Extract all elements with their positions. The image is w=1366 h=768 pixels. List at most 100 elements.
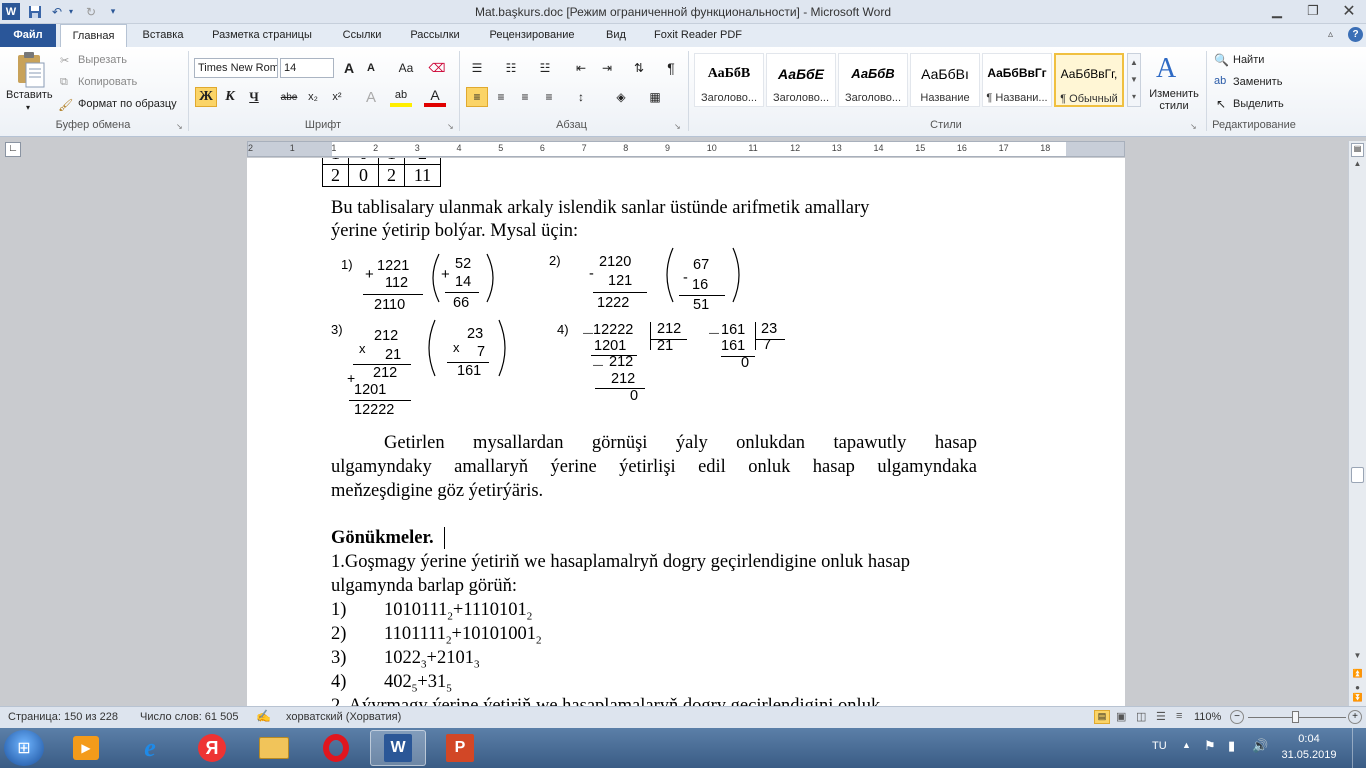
action-center-icon[interactable]: ⚑ <box>1204 738 1216 754</box>
tray-expand-icon[interactable]: ▲ <box>1182 740 1191 750</box>
find-button[interactable]: Найти <box>1233 54 1264 66</box>
close-button[interactable]: ✕ <box>1334 2 1364 20</box>
underline-button[interactable]: Ч <box>243 87 265 107</box>
cut-button[interactable]: Вырезать <box>78 54 127 66</box>
font-size-combo[interactable]: 14 <box>280 58 334 78</box>
grow-font-icon[interactable]: A <box>338 58 360 78</box>
minimize-ribbon-icon[interactable]: ▵ <box>1328 29 1333 40</box>
tab-mailings[interactable]: Рассылки <box>398 24 472 47</box>
subscript-button[interactable]: x₂ <box>302 87 324 107</box>
style-heading2[interactable]: АаБбЕ Заголово... <box>766 53 836 107</box>
dialog-launcher-icon[interactable]: ↘ <box>176 122 183 131</box>
ruler-toggle-icon[interactable]: ▤ <box>1351 143 1364 157</box>
scroll-up-icon[interactable]: ▲ <box>1351 159 1364 173</box>
file-explorer-icon[interactable] <box>246 730 302 766</box>
change-styles-button[interactable]: Изменить стили <box>1146 88 1202 112</box>
font-name-combo[interactable]: Times New Roman <box>194 58 278 78</box>
word-count[interactable]: Число слов: 61 505 <box>140 711 238 723</box>
tab-page-layout[interactable]: Разметка страницы <box>200 24 324 47</box>
replace-button[interactable]: Заменить <box>1233 76 1282 88</box>
format-painter-button[interactable]: Формат по образцу <box>78 98 177 110</box>
paste-dropdown-icon[interactable]: ▾ <box>26 103 30 112</box>
increase-indent-icon[interactable]: ⇥ <box>596 58 618 78</box>
internet-explorer-icon[interactable]: e <box>122 730 178 766</box>
paste-button[interactable]: Вставить <box>6 89 53 101</box>
draft-icon[interactable]: ≡ <box>1176 710 1182 722</box>
restore-button[interactable]: ❐ <box>1298 2 1328 20</box>
tab-references[interactable]: Ссылки <box>330 24 394 47</box>
page-indicator[interactable]: Страница: 150 из 228 <box>8 711 118 723</box>
minimize-button[interactable]: ▁ <box>1262 2 1292 20</box>
media-player-icon[interactable]: ▶ <box>58 730 114 766</box>
numbering-icon[interactable]: ☷ <box>500 58 522 78</box>
line-spacing-icon[interactable]: ↕ <box>570 87 592 107</box>
clock-time[interactable]: 0:04 <box>1284 733 1334 745</box>
start-button[interactable]: ⊞ <box>4 730 44 766</box>
change-styles-icon[interactable]: A <box>1156 53 1176 85</box>
volume-icon[interactable]: 🔊 <box>1252 738 1268 754</box>
tab-home[interactable]: Главная <box>60 24 127 48</box>
highlight-icon[interactable]: ab <box>390 87 412 107</box>
zoom-slider-thumb[interactable] <box>1292 711 1299 723</box>
tab-insert[interactable]: Вставка <box>132 24 194 47</box>
style-normal[interactable]: АаБбВвГг, ¶ Обычный <box>1054 53 1124 107</box>
align-right-icon[interactable]: ≡ <box>514 87 536 107</box>
style-heading3[interactable]: АаБбВ Заголово... <box>838 53 908 107</box>
bullets-icon[interactable]: ☰ <box>466 58 488 78</box>
zoom-level[interactable]: 110% <box>1194 711 1221 723</box>
print-layout-icon[interactable]: ▤ <box>1094 710 1110 724</box>
sort-icon[interactable]: ⇅ <box>628 58 650 78</box>
scroll-down-icon[interactable]: ▼ <box>1351 651 1364 663</box>
paste-icon[interactable] <box>12 51 50 91</box>
network-icon[interactable]: ▮ <box>1228 738 1235 754</box>
show-desktop-button[interactable] <box>1352 728 1366 768</box>
proofing-icon[interactable]: ✍ <box>256 709 271 723</box>
tab-selector[interactable]: ∟ <box>5 142 21 157</box>
change-case-button[interactable]: Aa <box>392 58 420 78</box>
decrease-indent-icon[interactable]: ⇤ <box>570 58 592 78</box>
page[interactable]: 1 0 1 2 2 0 2 11 Bu tablisalary ulanmak … <box>247 158 1125 706</box>
styles-scroll[interactable]: ▲ ▼ ▾ <box>1127 53 1141 107</box>
browse-object-icon[interactable]: ● <box>1351 683 1364 693</box>
full-screen-icon[interactable]: ▣ <box>1116 710 1126 723</box>
borders-icon[interactable]: ▦ <box>644 87 666 107</box>
help-icon[interactable]: ? <box>1348 27 1363 42</box>
style-heading1[interactable]: АаБбВ Заголово... <box>694 53 764 107</box>
justify-icon[interactable]: ≡ <box>538 87 560 107</box>
align-left-icon[interactable]: ≡ <box>466 87 488 107</box>
tab-review[interactable]: Рецензирование <box>476 24 588 47</box>
shrink-font-icon[interactable]: A <box>360 58 382 78</box>
bold-button[interactable]: Ж <box>195 87 217 107</box>
text-effects-icon[interactable]: A <box>360 87 382 107</box>
language-indicator[interactable]: хорватский (Хорватия) <box>286 711 401 723</box>
show-marks-button[interactable]: ¶ <box>660 58 682 78</box>
outline-icon[interactable]: ☰ <box>1156 710 1166 723</box>
zoom-out-icon[interactable]: − <box>1230 710 1244 724</box>
dialog-launcher-icon[interactable]: ↘ <box>1190 122 1197 131</box>
prev-page-icon[interactable]: ⏫ <box>1351 669 1364 681</box>
opera-icon[interactable] <box>308 730 364 766</box>
align-center-icon[interactable]: ≡ <box>490 87 512 107</box>
strikethrough-button[interactable]: abe <box>278 87 300 107</box>
vertical-scrollbar[interactable]: ▤ ▲ ▼ ⏫ ● ⏬ <box>1348 141 1366 706</box>
scroll-thumb[interactable] <box>1351 467 1364 483</box>
powerpoint-icon[interactable]: P <box>432 730 488 766</box>
zoom-in-icon[interactable]: + <box>1348 710 1362 724</box>
clear-format-icon[interactable]: ⌫ <box>426 58 448 78</box>
superscript-button[interactable]: x² <box>326 87 348 107</box>
font-color-icon[interactable]: A <box>424 87 446 107</box>
italic-button[interactable]: К <box>219 87 241 107</box>
horizontal-ruler[interactable]: 2 1 1 2 3 4 5 6 7 8 9 10 11 12 13 14 15 16 17 18 <box>247 141 1125 157</box>
copy-button[interactable]: Копировать <box>78 76 137 88</box>
tab-file[interactable]: Файл <box>0 24 56 47</box>
tab-foxit[interactable]: Foxit Reader PDF <box>644 24 752 47</box>
word-taskbar-icon[interactable]: W <box>370 730 426 766</box>
clock-date[interactable]: 31.05.2019 <box>1274 749 1344 761</box>
yandex-browser-icon[interactable]: Я <box>184 730 240 766</box>
next-page-icon[interactable]: ⏬ <box>1351 693 1364 705</box>
web-layout-icon[interactable]: ◫ <box>1136 710 1146 723</box>
multilevel-list-icon[interactable]: ☳ <box>534 58 556 78</box>
input-language[interactable]: TU <box>1152 740 1167 752</box>
dialog-launcher-icon[interactable]: ↘ <box>447 122 454 131</box>
style-title[interactable]: АаБбВı Название <box>910 53 980 107</box>
